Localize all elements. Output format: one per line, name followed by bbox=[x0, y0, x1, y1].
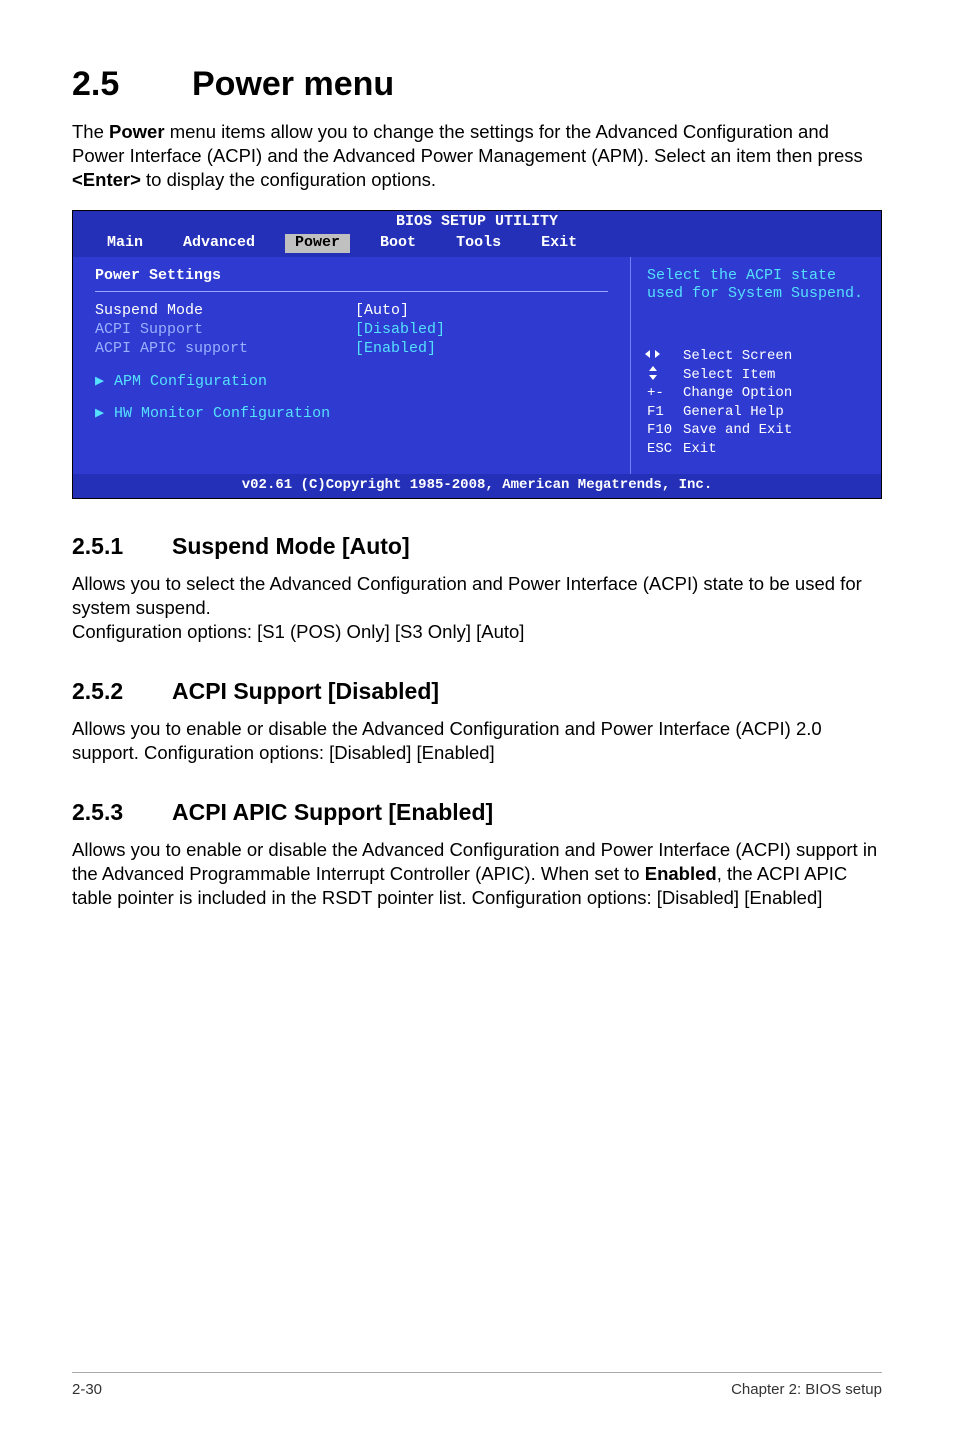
legend-key: +- bbox=[647, 385, 683, 403]
bios-row-label: Suspend Mode bbox=[95, 302, 355, 321]
bios-help-panel: Select the ACPI state used for System Su… bbox=[631, 257, 881, 475]
submenu-arrow-icon: ▶ bbox=[95, 405, 104, 422]
section-number: 2.5 bbox=[72, 65, 192, 104]
bios-submenu-hwmonitor[interactable]: ▶ HW Monitor Configuration bbox=[95, 405, 608, 424]
bios-screenshot: BIOS SETUP UTILITY Main Advanced Power B… bbox=[72, 210, 882, 499]
legend-text: General Help bbox=[683, 404, 865, 422]
subsection-heading: 2.5.1Suspend Mode [Auto] bbox=[72, 533, 882, 560]
legend-key: ESC bbox=[647, 441, 683, 459]
bios-row-value: [Auto] bbox=[355, 302, 409, 321]
bios-tab-boot[interactable]: Boot bbox=[370, 234, 426, 253]
bios-menubar: Main Advanced Power Boot Tools Exit bbox=[73, 232, 881, 257]
bios-row-value: [Disabled] bbox=[355, 321, 445, 340]
bios-row-suspend-mode[interactable]: Suspend Mode [Auto] bbox=[95, 302, 608, 321]
subsection-number: 2.5.3 bbox=[72, 799, 172, 826]
bios-row-label: ACPI APIC support bbox=[95, 340, 355, 359]
page-footer: 2-30 Chapter 2: BIOS setup bbox=[72, 1372, 882, 1398]
legend-text: Select Item bbox=[683, 367, 865, 385]
legend-key: F1 bbox=[647, 404, 683, 422]
bios-panel-title: Power Settings bbox=[95, 267, 221, 284]
bios-row-acpi-support[interactable]: ACPI Support [Disabled] bbox=[95, 321, 608, 340]
bios-legend: Select Screen Select Item +- Change Opti… bbox=[647, 348, 865, 458]
legend-key: F10 bbox=[647, 422, 683, 440]
submenu-arrow-icon: ▶ bbox=[95, 373, 104, 390]
subsection-heading: 2.5.3ACPI APIC Support [Enabled] bbox=[72, 799, 882, 826]
subsection-body: Allows you to enable or disable the Adva… bbox=[72, 717, 882, 765]
legend-text: Exit bbox=[683, 441, 865, 459]
page-number: 2-30 bbox=[72, 1381, 102, 1398]
bios-tab-advanced[interactable]: Advanced bbox=[173, 234, 265, 253]
bios-row-label: ACPI Support bbox=[95, 321, 355, 340]
section-heading: 2.5Power menu bbox=[72, 65, 882, 104]
footer-chapter: Chapter 2: BIOS setup bbox=[731, 1381, 882, 1398]
bios-tab-tools[interactable]: Tools bbox=[446, 234, 511, 253]
subsection-body: Allows you to select the Advanced Config… bbox=[72, 572, 882, 644]
subsection-heading: 2.5.2ACPI Support [Disabled] bbox=[72, 678, 882, 705]
subsection-body: Allows you to enable or disable the Adva… bbox=[72, 838, 882, 910]
bios-submenu-label: HW Monitor Configuration bbox=[114, 405, 330, 422]
subsection-title: Suspend Mode [Auto] bbox=[172, 533, 410, 559]
bios-submenu-apm[interactable]: ▶ APM Configuration bbox=[95, 373, 608, 392]
bios-row-acpi-apic[interactable]: ACPI APIC support [Enabled] bbox=[95, 340, 608, 359]
legend-key-updown-icon bbox=[647, 367, 683, 385]
bios-help-text: Select the ACPI state used for System Su… bbox=[647, 267, 865, 305]
bios-row-value: [Enabled] bbox=[355, 340, 436, 359]
bios-tab-power[interactable]: Power bbox=[285, 234, 350, 253]
bios-footer: v02.61 (C)Copyright 1985-2008, American … bbox=[73, 474, 881, 498]
bios-tab-main[interactable]: Main bbox=[97, 234, 153, 253]
bios-main-panel: Power Settings Suspend Mode [Auto] ACPI … bbox=[73, 257, 631, 475]
bios-submenu-label: APM Configuration bbox=[114, 373, 267, 390]
bios-header: BIOS SETUP UTILITY bbox=[73, 211, 881, 232]
legend-text: Change Option bbox=[683, 385, 865, 403]
subsection-title: ACPI Support [Disabled] bbox=[172, 678, 439, 704]
subsection-number: 2.5.1 bbox=[72, 533, 172, 560]
legend-key-leftright-icon bbox=[647, 348, 683, 366]
legend-text: Save and Exit bbox=[683, 422, 865, 440]
intro-paragraph: The Power menu items allow you to change… bbox=[72, 120, 882, 192]
legend-text: Select Screen bbox=[683, 348, 865, 366]
subsection-title: ACPI APIC Support [Enabled] bbox=[172, 799, 493, 825]
section-title-text: Power menu bbox=[192, 65, 394, 103]
bios-tab-exit[interactable]: Exit bbox=[531, 234, 587, 253]
subsection-number: 2.5.2 bbox=[72, 678, 172, 705]
